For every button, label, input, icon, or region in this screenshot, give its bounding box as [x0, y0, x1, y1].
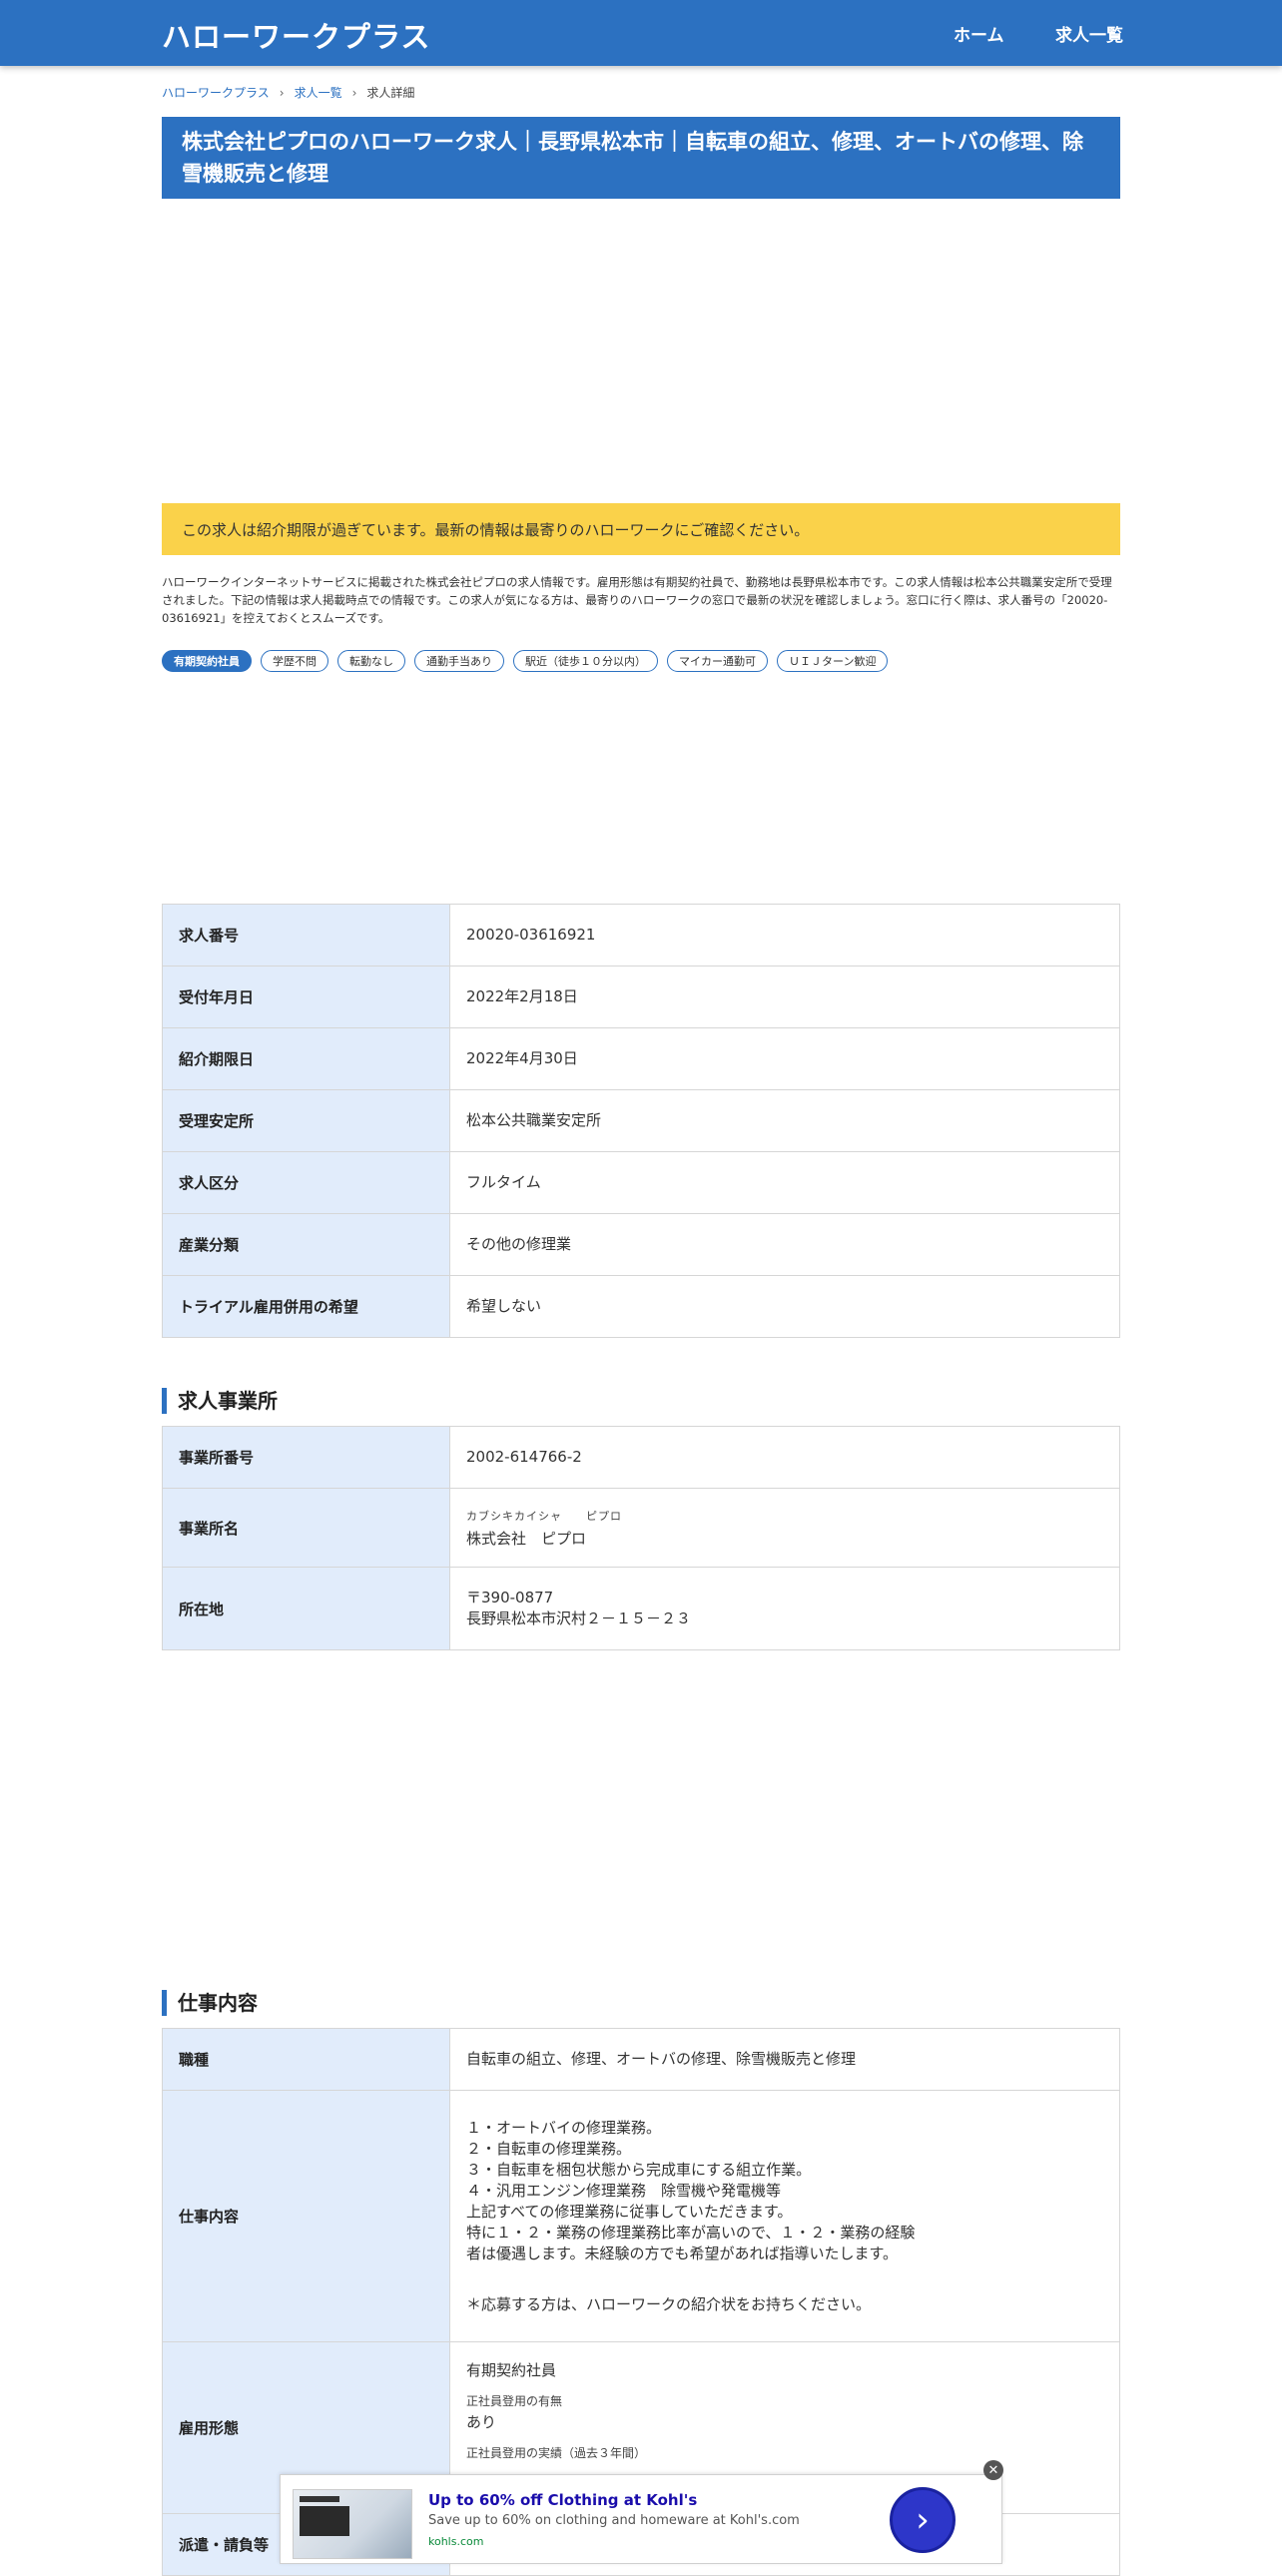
breadcrumb-job-list[interactable]: 求人一覧	[295, 84, 342, 101]
row-value: 20020-03616921	[449, 904, 1120, 966]
ad-thumb-block	[300, 2506, 349, 2536]
nav-home[interactable]: ホーム	[954, 21, 1004, 46]
job-content-line: 者は優遇します。未経験の方でも希望があれば指導いたします。	[466, 2244, 899, 2262]
office-address-cell: 〒390-0877 長野県松本市沢村２－１５－２３	[449, 1567, 1120, 1650]
ad-title[interactable]: Up to 60% off Clothing at Kohl's	[428, 2491, 697, 2509]
job-content-line: 上記すべての修理業務に従事していただきます。	[466, 2202, 793, 2221]
row-label: 事業所名	[162, 1488, 450, 1568]
office-name-cell: カブシキカイシャ ピプロ 株式会社 ピプロ	[449, 1488, 1120, 1568]
row-label: 受理安定所	[162, 1089, 450, 1152]
tag-near-station: 駅近（徒歩１０分以内）	[513, 650, 658, 672]
job-description: ハローワークインターネットサービスに掲載された株式会社ピプロの求人情報です。雇用…	[162, 575, 1112, 625]
ad-domain: kohls.com	[428, 2535, 484, 2548]
row-label: トライアル雇用併用の希望	[162, 1275, 450, 1338]
office-address: 長野県松本市沢村２－１５－２３	[466, 1610, 692, 1627]
breadcrumb-home[interactable]: ハローワークプラス	[162, 84, 270, 101]
job-content-line	[466, 2264, 1103, 2285]
job-content-line: ２・自転車の修理業務。	[466, 2139, 632, 2158]
table-row: 仕事内容 １・オートバイの修理業務。 ２・自転車の修理業務。 ３・自転車を梱包状…	[162, 2090, 1120, 2342]
breadcrumb-current: 求人詳細	[366, 86, 415, 100]
row-label: 職種	[162, 2028, 450, 2091]
table-row: 事業所名 カブシキカイシャ ピプロ 株式会社 ピプロ	[162, 1488, 1120, 1568]
row-label: 所在地	[162, 1567, 450, 1650]
row-value: 2022年4月30日	[449, 1027, 1120, 1090]
table-row: 事業所番号 2002-614766-2	[162, 1426, 1120, 1489]
regular-record-label: 正社員登用の実績（過去３年間）	[466, 2446, 647, 2460]
tag-no-education: 学歴不問	[261, 650, 328, 672]
job-section-title: 仕事内容	[162, 1990, 258, 2016]
tag-commute-allowance: 通勤手当あり	[414, 650, 504, 672]
row-label: 仕事内容	[162, 2090, 450, 2342]
site-header: ハローワークプラス ホーム 求人一覧	[0, 0, 1282, 66]
row-value: 2022年2月18日	[449, 966, 1120, 1028]
ad-thumb-bar	[300, 2496, 339, 2502]
table-row: 産業分類 その他の修理業	[162, 1213, 1120, 1276]
job-content-cell: １・オートバイの修理業務。 ２・自転車の修理業務。 ３・自転車を梱包状態から完成…	[449, 2090, 1120, 2342]
row-value: その他の修理業	[449, 1213, 1120, 1276]
breadcrumb: ハローワークプラス › 求人一覧 › 求人詳細	[162, 84, 414, 101]
employment-type: 有期契約社員	[466, 2361, 557, 2379]
job-content-line: 特に１・２・業務の修理業務比率が高いので、１・２・業務の経験	[466, 2223, 916, 2242]
table-row: トライアル雇用併用の希望 希望しない	[162, 1275, 1120, 1338]
ad-text: Save up to 60% on clothing and homeware …	[428, 2513, 800, 2528]
job-content-line: ３・自転車を梱包状態から完成車にする組立作業。	[466, 2160, 812, 2179]
table-row: 求人番号 20020-03616921	[162, 904, 1120, 966]
row-label: 産業分類	[162, 1213, 450, 1276]
table-row: 所在地 〒390-0877 長野県松本市沢村２－１５－２３	[162, 1567, 1120, 1650]
basic-info-table: 求人番号 20020-03616921 受付年月日 2022年2月18日 紹介期…	[162, 904, 1120, 1338]
chevron-right-icon: ›	[279, 85, 285, 100]
page-title: 株式会社ピプロのハローワーク求人｜長野県松本市｜自転車の組立、修理、オートバの修…	[162, 117, 1120, 199]
close-icon[interactable]: ✕	[983, 2460, 1003, 2480]
office-name-kana: カブシキカイシャ ピプロ	[466, 1510, 622, 1523]
office-section-title: 求人事業所	[162, 1388, 278, 1414]
office-number: 2002-614766-2	[449, 1426, 1120, 1489]
table-row: 紹介期限日 2022年4月30日	[162, 1027, 1120, 1090]
table-row: 求人区分 フルタイム	[162, 1151, 1120, 1214]
row-value: フルタイム	[449, 1151, 1120, 1214]
tag-no-transfer: 転勤なし	[337, 650, 405, 672]
tag-list: 有期契約社員 学歴不問 転勤なし 通勤手当あり 駅近（徒歩１０分以内） マイカー…	[162, 650, 1120, 672]
row-value: 松本公共職業安定所	[449, 1089, 1120, 1152]
notice-text: この求人は紹介期限が過ぎています。最新の情報は最寄りのハローワークにご確認くださ…	[182, 520, 810, 539]
tag-fixed-term: 有期契約社員	[162, 650, 252, 672]
row-label: 受付年月日	[162, 966, 450, 1028]
site-title[interactable]: ハローワークプラス	[162, 14, 430, 56]
row-label: 求人区分	[162, 1151, 450, 1214]
office-table: 事業所番号 2002-614766-2 事業所名 カブシキカイシャ ピプロ 株式…	[162, 1426, 1120, 1650]
office-postal: 〒390-0877	[466, 1589, 554, 1607]
tag-car-commute: マイカー通勤可	[667, 650, 768, 672]
job-content-line: ４・汎用エンジン修理業務 除雪機や発電機等	[466, 2181, 782, 2200]
chevron-right-icon[interactable]: ›	[890, 2487, 956, 2553]
occupation: 自転車の組立、修理、オートバの修理、除雪機販売と修理	[449, 2028, 1120, 2091]
job-content-line: １・オートバイの修理業務。	[466, 2118, 662, 2137]
row-label: 紹介期限日	[162, 1027, 450, 1090]
table-row: 職種 自転車の組立、修理、オートバの修理、除雪機販売と修理	[162, 2028, 1120, 2091]
row-label: 事業所番号	[162, 1426, 450, 1489]
table-row: 受理安定所 松本公共職業安定所	[162, 1089, 1120, 1152]
row-label: 求人番号	[162, 904, 450, 966]
row-value: 希望しない	[449, 1275, 1120, 1338]
ad-thumbnail[interactable]	[293, 2489, 412, 2559]
regular-value: あり	[466, 2413, 497, 2431]
regular-label: 正社員登用の有無	[466, 2394, 563, 2408]
table-row: 受付年月日 2022年2月18日	[162, 966, 1120, 1028]
ad-banner[interactable]: Up to 60% off Clothing at Kohl's Save up…	[280, 2474, 1002, 2564]
chevron-right-icon: ›	[351, 85, 357, 100]
expired-notice: この求人は紹介期限が過ぎています。最新の情報は最寄りのハローワークにご確認くださ…	[162, 503, 1120, 555]
nav-job-list[interactable]: 求人一覧	[1055, 21, 1123, 46]
tag-uij-turn: ＵＩＪターン歓迎	[777, 650, 889, 672]
job-content-line: ＊応募する方は、ハローワークの紹介状をお持ちください。	[466, 2294, 872, 2313]
office-name: 株式会社 ピプロ	[466, 1530, 587, 1548]
